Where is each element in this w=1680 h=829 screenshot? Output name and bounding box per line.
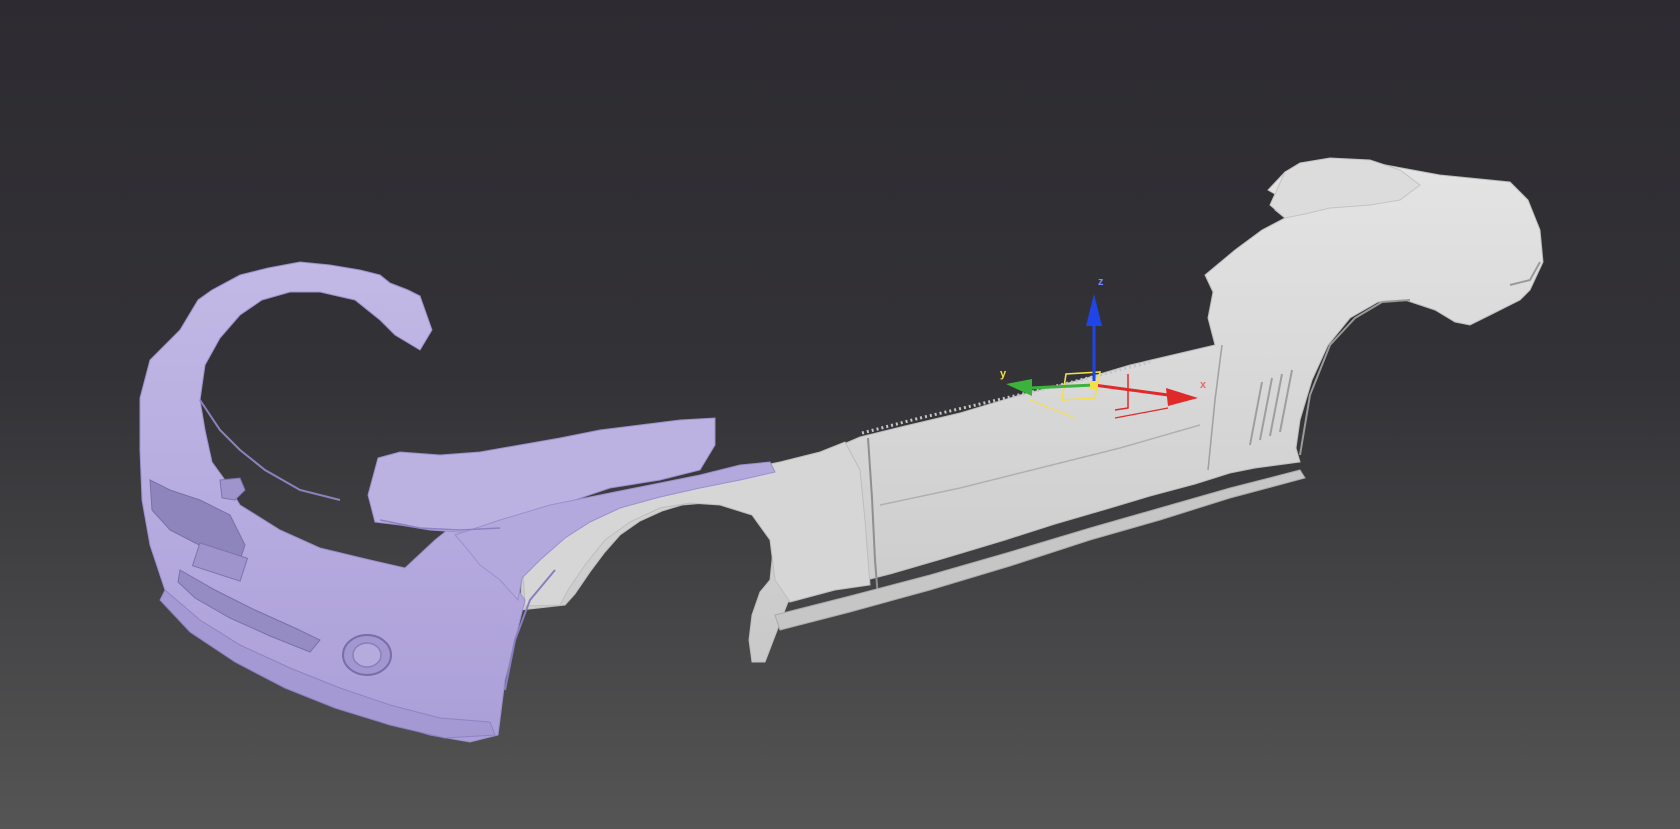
viewport-background [0, 0, 1680, 829]
gizmo-y-label: y [1000, 368, 1007, 380]
gizmo-z-label: z [1098, 276, 1104, 288]
gizmo-center[interactable] [1090, 381, 1098, 389]
3d-viewport[interactable]: z y x [0, 0, 1680, 829]
fog-light-inner [352, 642, 382, 668]
viewport-canvas[interactable]: z y x [0, 0, 1680, 829]
gizmo-x-label: x [1200, 379, 1207, 391]
